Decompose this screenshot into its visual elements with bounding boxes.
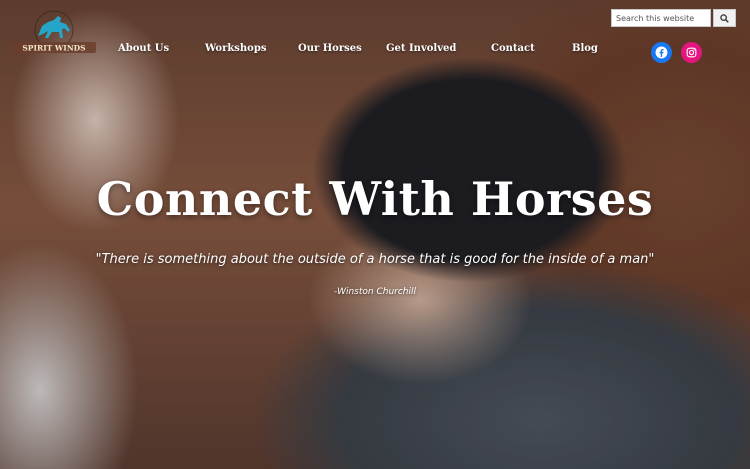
search-button[interactable]	[713, 9, 736, 27]
hero-overlay	[0, 0, 750, 469]
main-nav: About Us Workshops Our Horses Get Involv…	[0, 43, 640, 59]
nav-item-about-us[interactable]: About Us	[118, 43, 169, 54]
nav-item-blog[interactable]: Blog	[572, 43, 598, 54]
instagram-icon	[686, 47, 697, 58]
hero-headline: Connect With Horses	[96, 172, 654, 226]
nav-item-get-involved[interactable]: Get Involved	[386, 43, 456, 54]
facebook-button[interactable]	[651, 42, 672, 63]
social-links	[651, 42, 703, 64]
search-input[interactable]	[611, 9, 711, 27]
search-form	[611, 9, 736, 27]
search-icon	[720, 13, 729, 23]
nav-item-our-horses[interactable]: Our Horses	[298, 43, 362, 54]
nav-item-workshops[interactable]: Workshops	[205, 43, 266, 54]
quote-attribution: -Winston Churchill	[333, 287, 417, 297]
facebook-icon	[655, 46, 668, 59]
instagram-button[interactable]	[681, 42, 702, 63]
nav-item-contact[interactable]: Contact	[491, 43, 535, 54]
hero-quote: "There is something about the outside of…	[95, 252, 655, 267]
